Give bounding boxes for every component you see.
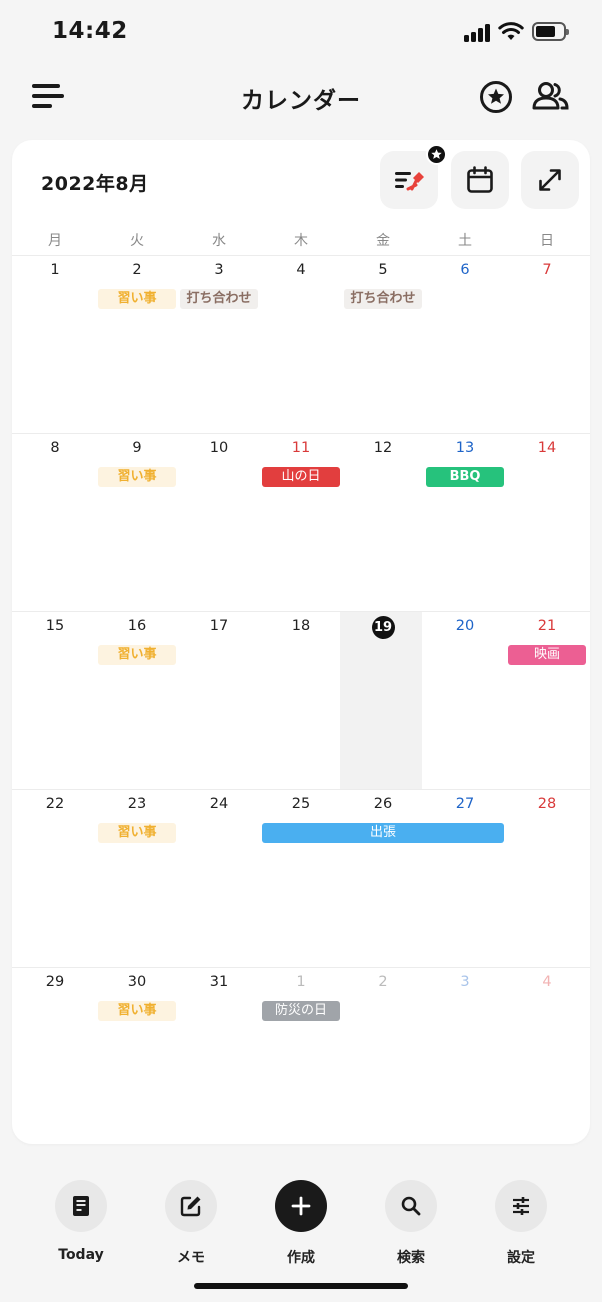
day-cell-number[interactable]: 17 — [178, 618, 260, 634]
day-cell-number[interactable]: 2 — [96, 262, 178, 278]
today-date-marker[interactable]: 19 — [371, 616, 395, 639]
tab-search[interactable]: 検索 — [371, 1180, 451, 1267]
day-cell-number[interactable]: 29 — [14, 974, 96, 990]
day-cell-number[interactable]: 4 — [260, 262, 342, 278]
favorite-star-icon[interactable] — [479, 80, 513, 114]
weekday-label: 火 — [130, 233, 144, 249]
calendar-week: 8 9 10 11 12 13 14 習い事 山の日 BBQ — [12, 433, 590, 611]
calendar-icon — [467, 166, 493, 193]
month-title[interactable]: 2022年8月 — [41, 169, 149, 196]
status-time: 14:42 — [52, 18, 128, 44]
today-icon — [73, 1196, 89, 1216]
day-cell-number[interactable]: 31 — [178, 974, 260, 990]
day-cell-number[interactable]: 5 — [342, 262, 424, 278]
event-chip[interactable]: 習い事 — [98, 1001, 176, 1021]
day-cell-number[interactable]: 8 — [14, 440, 96, 456]
star-badge-icon — [426, 144, 447, 165]
users-icon[interactable] — [532, 80, 570, 114]
day-cell-number[interactable]: 1 — [260, 974, 342, 990]
day-cell-number[interactable]: 13 — [424, 440, 506, 456]
day-cell-number[interactable]: 4 — [506, 974, 588, 990]
day-cell-number[interactable]: 30 — [96, 974, 178, 990]
event-chip[interactable]: 習い事 — [98, 289, 176, 309]
event-chip[interactable]: 山の日 — [262, 467, 340, 487]
event-chip[interactable]: 映画 — [508, 645, 586, 665]
plus-icon — [291, 1196, 311, 1216]
day-cell-number[interactable]: 7 — [506, 262, 588, 278]
tab-label: 作成 — [287, 1250, 315, 1266]
nav-bar: カレンダー — [0, 64, 602, 128]
calendar-view-button[interactable] — [451, 151, 509, 209]
calendar-week: 22 23 24 25 26 27 28 習い事 出張 — [12, 789, 590, 967]
day-cell-number[interactable]: 21 — [506, 618, 588, 634]
tab-label: 検索 — [397, 1250, 425, 1266]
event-chip[interactable]: 打ち合わせ — [344, 289, 422, 309]
day-cell-number[interactable]: 11 — [260, 440, 342, 456]
memo-edit-icon — [180, 1196, 201, 1217]
tab-today[interactable]: Today — [41, 1180, 121, 1263]
day-cell-number[interactable]: 20 — [424, 618, 506, 634]
day-cell-number[interactable]: 2 — [342, 974, 424, 990]
weekday-label: 土 — [458, 233, 472, 249]
day-cell-number[interactable]: 18 — [260, 618, 342, 634]
status-bar: 14:42 — [0, 0, 602, 64]
day-cell-number[interactable]: 3 — [178, 262, 260, 278]
calendar-week: 29 30 31 1 2 3 4 習い事 防災の日 — [12, 967, 590, 1144]
day-cell-number[interactable]: 16 — [96, 618, 178, 634]
home-indicator — [194, 1283, 408, 1289]
event-chip[interactable]: 習い事 — [98, 645, 176, 665]
day-cell-number[interactable]: 28 — [506, 796, 588, 812]
event-chip[interactable]: 防災の日 — [262, 1001, 340, 1021]
tab-settings[interactable]: 設定 — [481, 1180, 561, 1267]
event-chip[interactable]: 出張 — [262, 823, 504, 843]
tab-label: メモ — [177, 1250, 205, 1266]
event-chip[interactable]: BBQ — [426, 467, 504, 487]
battery-icon — [532, 22, 569, 41]
settings-sliders-icon — [513, 1197, 529, 1215]
weekday-label: 木 — [294, 233, 308, 249]
pinned-list-icon — [395, 172, 424, 191]
weekday-label: 月 — [48, 233, 62, 249]
day-cell-number[interactable]: 24 — [178, 796, 260, 812]
tab-create[interactable]: 作成 — [261, 1180, 341, 1267]
calendar-card: 2022年8月 月 火 水 木 金 土 日 1 2 3 4 5 6 7 習い事 … — [12, 140, 590, 1144]
cellular-signal-icon — [464, 22, 492, 42]
day-cell-number[interactable]: 25 — [260, 796, 342, 812]
day-cell-number[interactable]: 6 — [424, 262, 506, 278]
day-cell-number[interactable]: 23 — [96, 796, 178, 812]
calendar-week: 15 16 17 18 19 20 21 習い事 映画 — [12, 611, 590, 790]
weekday-label: 水 — [212, 233, 226, 249]
day-cell-number[interactable]: 22 — [14, 796, 96, 812]
weekday-header: 月 火 水 木 金 土 日 — [12, 230, 590, 256]
expand-icon — [539, 169, 561, 191]
day-cell-number[interactable]: 14 — [506, 440, 588, 456]
day-cell-number[interactable]: 1 — [14, 262, 96, 278]
day-cell-number[interactable]: 26 — [342, 796, 424, 812]
weekday-label: 金 — [376, 233, 390, 249]
weekday-label: 日 — [540, 233, 554, 249]
wifi-icon — [498, 20, 524, 42]
day-cell-number[interactable]: 12 — [342, 440, 424, 456]
expand-button[interactable] — [521, 151, 579, 209]
tab-label: Today — [58, 1247, 104, 1263]
event-chip[interactable]: 打ち合わせ — [180, 289, 258, 309]
day-cell-number[interactable]: 10 — [178, 440, 260, 456]
calendar-week: 1 2 3 4 5 6 7 習い事 打ち合わせ 打ち合わせ — [12, 255, 590, 433]
tab-memo[interactable]: メモ — [151, 1180, 231, 1267]
day-cell-number[interactable]: 15 — [14, 618, 96, 634]
event-chip[interactable]: 習い事 — [98, 467, 176, 487]
search-icon — [401, 1196, 421, 1216]
tab-label: 設定 — [507, 1250, 535, 1266]
day-cell-number[interactable]: 3 — [424, 974, 506, 990]
day-cell-number[interactable]: 27 — [424, 796, 506, 812]
event-chip[interactable]: 習い事 — [98, 823, 176, 843]
day-cell-number[interactable]: 9 — [96, 440, 178, 456]
